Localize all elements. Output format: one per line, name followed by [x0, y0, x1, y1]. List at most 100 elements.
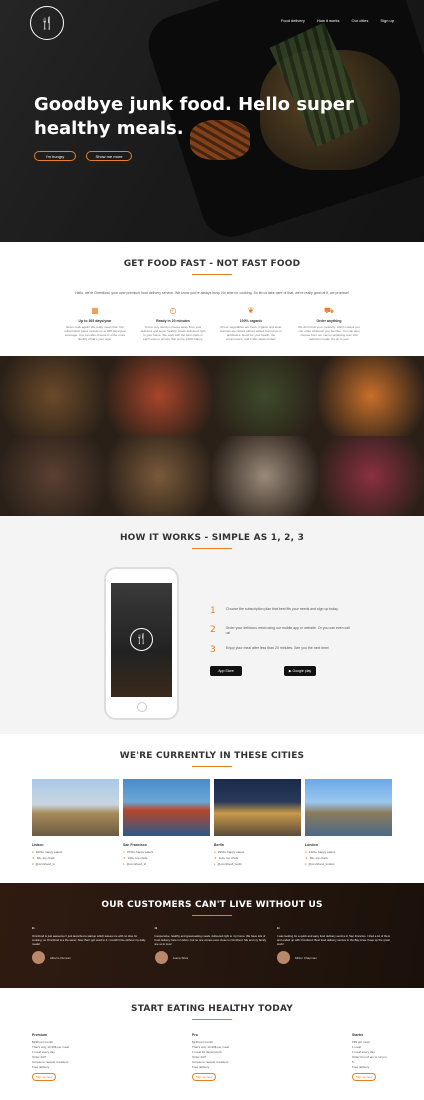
hero-title: Goodbye junk food. Hello super healthy m… — [34, 94, 354, 139]
leaf-icon: ❦ — [247, 306, 255, 315]
plan-feature: Free delivery — [352, 1065, 370, 1069]
person-icon: ● — [305, 850, 307, 854]
author-name: Joana Silva — [172, 955, 189, 960]
steps-list: 1 Choose the subscription plan that best… — [210, 606, 350, 664]
logo[interactable]: 🍴 — [30, 6, 64, 40]
step-text: Enjoy your meal after less than 20 minut… — [226, 646, 329, 650]
city-photo-berlin — [214, 779, 301, 836]
city-twitter[interactable]: ♦ @omnifood_lx — [32, 861, 119, 867]
feature-item: ❦ 100% organic All our vegetables are fr… — [218, 306, 284, 341]
twitter-icon: ♦ — [214, 862, 216, 866]
testimonial-author: Joana Silva — [154, 951, 270, 964]
clock-icon: ◴ — [169, 306, 177, 315]
nav-link-our-cities[interactable]: Our cities — [352, 18, 369, 23]
twitter-icon: ♦ — [305, 862, 307, 866]
step-text: Choose the subscription plan that best f… — [226, 607, 339, 611]
person-icon: ● — [214, 850, 216, 854]
city-card: San Francisco ● 3700+ happy eaters ★ 160+ … — [123, 779, 210, 867]
feature-text: We don't limit your creativity, which me… — [298, 325, 360, 341]
meal-photo — [0, 356, 106, 436]
show-more-button[interactable]: Show me more — [86, 151, 132, 161]
avatar — [154, 951, 168, 964]
meal-photo — [212, 356, 318, 436]
step-item: 2 Order your delicious meal using our mo… — [210, 625, 350, 636]
plan-signup-button[interactable]: Sign up now — [192, 1073, 216, 1081]
plans-list: Premium $399 per month That's only 13.30… — [32, 1033, 392, 1081]
nav-link-food-delivery[interactable]: Food delivery — [281, 18, 305, 23]
calendar-icon: ▦ — [91, 306, 99, 315]
city-card: Lisbon ● 1600+ happy eaters ★ 60+ top chef… — [32, 779, 119, 867]
testimonial-text: I was looking for a quick and easy food … — [277, 934, 391, 946]
city-name: San Francisco — [123, 843, 147, 847]
person-icon: ● — [123, 850, 125, 854]
testimonial-text: Omnifood is just awesome! I just launche… — [32, 934, 146, 946]
feature-title: Order anything — [316, 319, 342, 323]
testimonial: “ Inexpensive, healthy and great-tasting… — [154, 927, 270, 964]
feature-title: Up to 365 days/year — [78, 319, 112, 323]
city-card: Berlin ● 2300+ happy eaters ★ 110+ top che… — [214, 779, 301, 867]
phone-home-button — [137, 702, 147, 712]
cities-list: Lisbon ● 1600+ happy eaters ★ 60+ top chef… — [32, 779, 392, 867]
step-number: 2 — [210, 625, 216, 635]
plan-card: Pro $149 per month That's only 14.90$ pe… — [192, 1033, 302, 1081]
plan-card: Starter 19$ per meal 1 meal 1 meal every… — [352, 1033, 392, 1081]
plan-signup-button[interactable]: Sign up now — [352, 1073, 376, 1081]
feature-text: You're only twenty minutes away from you… — [140, 325, 206, 341]
city-card: London ● 1200+ happy eaters ★ 50+ top chef… — [305, 779, 392, 867]
plan-signup-button[interactable]: Sign up now — [32, 1073, 56, 1081]
fork-knife-icon: 🍴 — [39, 16, 55, 30]
feature-text: Never cook again! We really mean that. O… — [64, 325, 126, 341]
page: 🍴 Food delivery How it works Our cities … — [0, 0, 424, 1100]
meal-photo — [318, 356, 424, 436]
meals-gallery — [0, 356, 424, 516]
person-icon: ● — [32, 850, 34, 854]
step-item: 1 Choose the subscription plan that best… — [210, 606, 350, 616]
city-photo-lisbon — [32, 779, 119, 836]
main-nav: Food delivery How it works Our cities Si… — [281, 18, 394, 23]
nav-link-how-it-works[interactable]: How it works — [317, 18, 340, 23]
cart-icon: ⛟ — [323, 306, 335, 315]
plan-name: Premium — [32, 1033, 47, 1037]
phone-screen: 🍴 — [111, 583, 172, 697]
plan-feature: Free delivery — [32, 1065, 50, 1069]
star-icon: ★ — [214, 856, 217, 860]
testimonial: “ I was looking for a quick and easy foo… — [277, 927, 392, 964]
feature-title: Ready in 20 minutes — [156, 319, 190, 323]
features-intro: Hello, we're Omnifood, your new premium … — [75, 291, 349, 295]
star-icon: ★ — [305, 856, 308, 860]
plan-card: Premium $399 per month That's only 13.30… — [32, 1033, 142, 1081]
testimonials-heading: OUR CUSTOMERS CAN'T LIVE WITHOUT US — [0, 900, 424, 916]
twitter-icon: ♦ — [123, 862, 125, 866]
step-item: 3 Enjoy your meal after less than 20 min… — [210, 645, 350, 655]
cities-heading: WE'RE CURRENTLY IN THESE CITIES — [0, 751, 424, 767]
city-name: Lisbon — [32, 843, 44, 847]
feature-item: ◴ Ready in 20 minutes You're only twenty… — [140, 306, 206, 341]
testimonial-author: Milton Chapman — [277, 951, 392, 964]
phone-mockup: 🍴 — [104, 567, 179, 720]
city-twitter[interactable]: ♦ @omnifood_sf — [123, 861, 210, 867]
avatar — [32, 951, 45, 964]
avatar — [277, 951, 290, 964]
twitter-icon: ♦ — [32, 862, 34, 866]
feature-title: 100% organic — [239, 319, 263, 323]
plan-name: Starter — [352, 1033, 364, 1037]
feature-item: ▦ Up to 365 days/year Never cook again! … — [62, 306, 128, 341]
meal-photo — [0, 436, 106, 516]
meal-photo — [106, 436, 212, 516]
step-text: Order your delicious meal using our mobi… — [225, 626, 350, 635]
google-play-badge[interactable]: ▶ Google play — [284, 666, 316, 676]
nav-link-sign-up[interactable]: Sign up — [380, 18, 394, 23]
hungry-button[interactable]: I'm hungry — [34, 151, 76, 161]
feature-text: All our vegetables are fresh, organic an… — [219, 325, 283, 341]
how-heading: HOW IT WORKS - SIMPLE AS 1, 2, 3 — [0, 533, 424, 549]
city-name: London — [305, 843, 318, 847]
meal-photo — [212, 436, 318, 516]
city-twitter[interactable]: ♦ @omnifood_london — [305, 861, 392, 867]
testimonial-text: Inexpensive, healthy and great-tasting m… — [154, 934, 267, 946]
app-store-badge[interactable]: App Store — [210, 666, 242, 676]
author-name: Milton Chapman — [295, 955, 317, 960]
plan-name: Pro — [192, 1033, 198, 1037]
star-icon: ★ — [123, 856, 126, 860]
city-twitter[interactable]: ♦ @omnifood_berlin — [214, 861, 301, 867]
plan-feature: Free delivery — [192, 1065, 210, 1069]
